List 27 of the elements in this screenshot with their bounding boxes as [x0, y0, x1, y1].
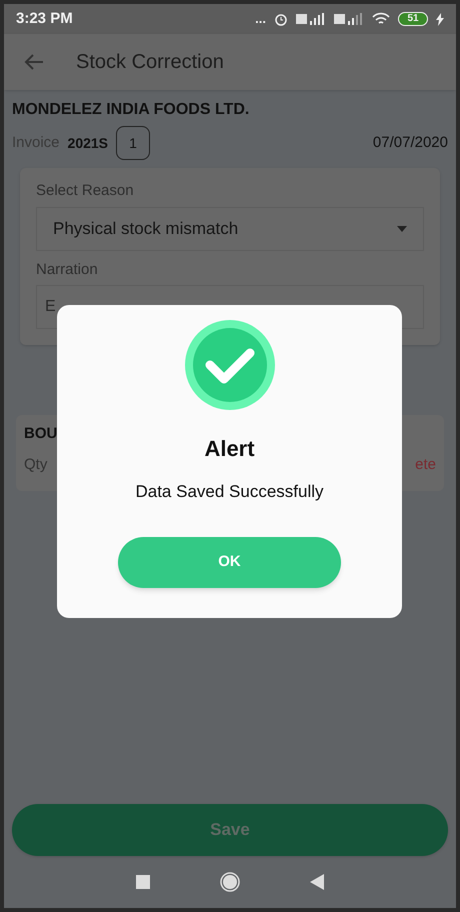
alarm-icon — [274, 12, 288, 26]
save-button[interactable]: Save — [12, 804, 448, 856]
back-arrow-icon[interactable] — [24, 54, 44, 70]
company-name: MONDELEZ INDIA FOODS LTD. — [12, 100, 250, 120]
item-name: BOU — [24, 424, 58, 444]
signal-icon — [334, 13, 364, 25]
dialog-message: Data Saved Successfully — [135, 481, 324, 503]
narration-label: Narration — [36, 260, 99, 280]
notification-dots: ... — [255, 10, 266, 28]
delete-link[interactable]: ete — [415, 454, 436, 476]
ok-button[interactable]: OK — [118, 536, 341, 588]
reason-dropdown[interactable]: Physical stock mismatch — [36, 206, 424, 250]
dropdown-caret-icon — [397, 226, 407, 232]
screen-title: Stock Correction — [76, 50, 224, 75]
battery-indicator: 51 — [398, 12, 428, 26]
status-time: 3:23 PM — [16, 8, 73, 29]
wifi-icon — [372, 12, 390, 26]
back-icon[interactable] — [310, 874, 324, 890]
home-icon[interactable] — [220, 872, 240, 892]
dialog-title: Alert — [204, 435, 255, 463]
signal-icon — [296, 13, 326, 25]
invoice-count: 1 — [116, 126, 150, 160]
invoice-number: 2021S — [68, 134, 108, 152]
charging-icon — [436, 12, 444, 26]
invoice-date: 07/07/2020 — [372, 132, 448, 153]
success-check-icon — [184, 320, 274, 410]
reason-label: Select Reason — [36, 181, 135, 201]
